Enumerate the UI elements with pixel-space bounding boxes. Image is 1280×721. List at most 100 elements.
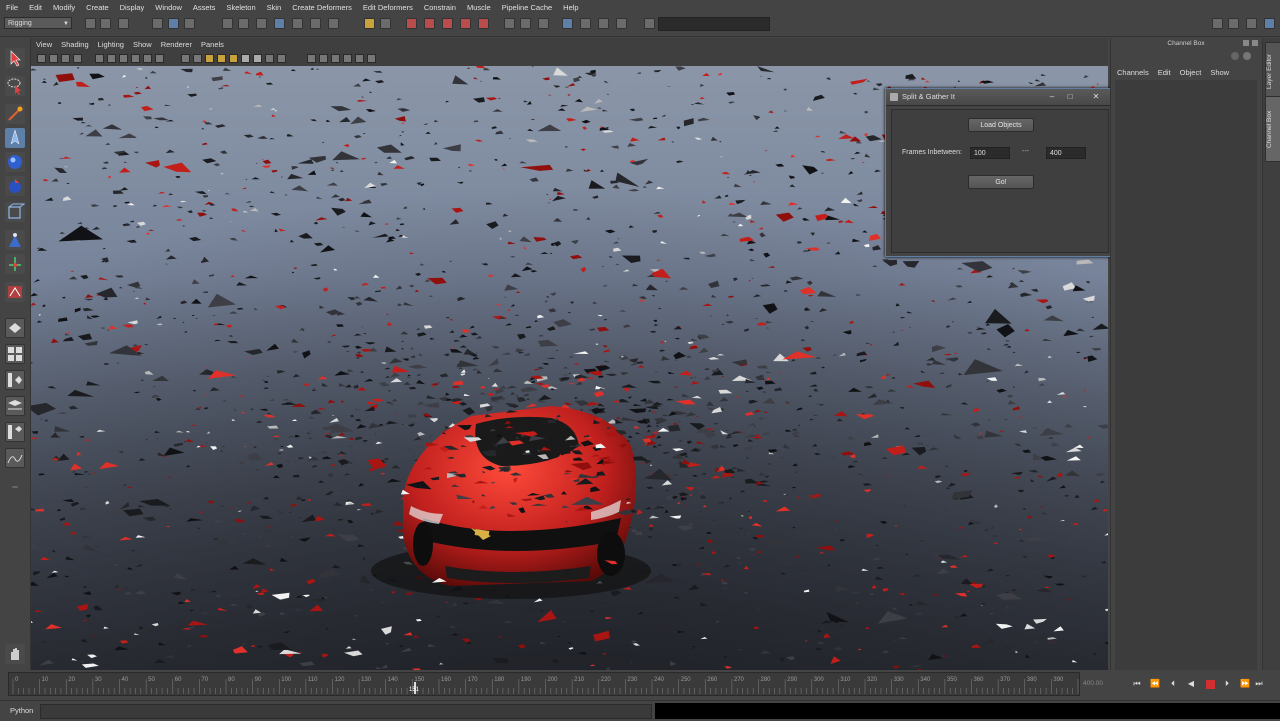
panel-menu-shading[interactable]: Shading: [61, 40, 89, 49]
command-input[interactable]: [40, 704, 652, 719]
step-back-key-icon[interactable]: ⏪: [1150, 679, 1160, 689]
select-by-name-icon[interactable]: [538, 18, 549, 29]
step-back-frame-icon[interactable]: ⏴: [1168, 679, 1178, 689]
select-hierarchy-icon[interactable]: [152, 18, 163, 29]
lasso-tool-icon[interactable]: [5, 76, 25, 96]
frames-end-field[interactable]: 400: [1046, 147, 1086, 159]
ambient-occlusion-icon[interactable]: [307, 54, 316, 63]
attribute-editor-icon[interactable]: [1212, 18, 1223, 29]
field-toggle-icon[interactable]: [644, 18, 655, 29]
panel-menu-lighting[interactable]: Lighting: [98, 40, 124, 49]
maximize-icon[interactable]: □: [1064, 91, 1076, 102]
menu-window[interactable]: Window: [149, 3, 187, 12]
menu-edit[interactable]: Edit: [23, 3, 47, 12]
minimize-icon[interactable]: –: [1046, 91, 1058, 102]
paint-select-icon[interactable]: [5, 104, 25, 124]
wireframe-icon[interactable]: [181, 54, 190, 63]
menu-display[interactable]: Display: [114, 3, 150, 12]
display-toggle-icon[interactable]: [616, 18, 627, 29]
command-language-label[interactable]: Python: [10, 706, 33, 715]
grid-icon[interactable]: [95, 54, 104, 63]
play-backward-icon[interactable]: ◀: [1186, 679, 1196, 689]
panel-menu-renderer[interactable]: Renderer: [161, 40, 192, 49]
select-component-icon[interactable]: [184, 18, 195, 29]
ik-tool-icon[interactable]: [5, 282, 25, 302]
make-live-icon[interactable]: [292, 18, 303, 29]
safe-action-icon[interactable]: [131, 54, 140, 63]
channel-box-toggle-icon[interactable]: [1246, 18, 1257, 29]
select-object-icon[interactable]: [168, 18, 179, 29]
single-pane-layout-icon[interactable]: [5, 318, 25, 338]
go-button[interactable]: Go!: [968, 175, 1034, 189]
joint-tool-icon[interactable]: [5, 254, 25, 274]
playblast-icon[interactable]: [355, 54, 364, 63]
menu-skin[interactable]: Skin: [261, 3, 287, 12]
menu-help[interactable]: Help: [557, 3, 583, 12]
snap-grid-icon[interactable]: [222, 18, 233, 29]
resolution-gate-icon[interactable]: [119, 54, 128, 63]
load-objects-button[interactable]: Load Objects: [968, 118, 1034, 132]
menu-create-deformers[interactable]: Create Deformers: [286, 3, 357, 12]
depth-of-field-icon[interactable]: [331, 54, 340, 63]
help-icon[interactable]: [1243, 52, 1251, 60]
graph-layout-icon[interactable]: [5, 396, 25, 416]
isolate-icon[interactable]: [253, 54, 262, 63]
menu-modify[interactable]: Modify: [47, 3, 80, 12]
input-line-icon[interactable]: [504, 18, 515, 29]
snap-point-icon[interactable]: [256, 18, 267, 29]
menu-file[interactable]: File: [0, 3, 23, 12]
render-current-icon[interactable]: [406, 18, 417, 29]
xray-icon[interactable]: [241, 54, 250, 63]
safe-title-icon[interactable]: [143, 54, 152, 63]
new-scene-icon[interactable]: [85, 18, 96, 29]
layout-icon[interactable]: [562, 18, 573, 29]
range-end-field[interactable]: 400.00: [1083, 680, 1125, 687]
menu-create[interactable]: Create: [80, 3, 114, 12]
settings-icon[interactable]: [1231, 52, 1239, 60]
tab-channel-box[interactable]: Channel Box: [1265, 96, 1280, 162]
render-view-icon[interactable]: [478, 18, 489, 29]
outliner-layout-icon[interactable]: [5, 370, 25, 390]
rename-icon[interactable]: [520, 18, 531, 29]
menu-edit-deformers[interactable]: Edit Deformers: [357, 3, 418, 12]
channel-list[interactable]: [1115, 80, 1257, 670]
ipr-icon[interactable]: [424, 18, 435, 29]
menu-assets[interactable]: Assets: [187, 3, 221, 12]
camera-select-icon[interactable]: [37, 54, 46, 63]
shadow-light-icon[interactable]: [343, 54, 352, 63]
rig-tool-icon[interactable]: [5, 230, 25, 250]
step-forward-frame-icon[interactable]: ⏵: [1222, 679, 1232, 689]
cube-tool-icon[interactable]: [5, 202, 26, 222]
smooth-shade-icon[interactable]: [193, 54, 202, 63]
move-tool-icon[interactable]: [5, 128, 25, 148]
channel-menu-channels[interactable]: Channels: [1117, 68, 1149, 77]
film-gate-icon[interactable]: [107, 54, 116, 63]
menu-constrain[interactable]: Constrain: [418, 3, 461, 12]
snap-curve-icon[interactable]: [238, 18, 249, 29]
time-slider[interactable]: 0 10 20 30 40 50 60 70 80 90 100 110 120 130 140 150 160…: [8, 672, 1091, 696]
lighting-icon[interactable]: [217, 54, 226, 63]
menu-pipeline-cache[interactable]: Pipeline Cache: [496, 3, 557, 12]
anti-alias-icon[interactable]: [319, 54, 328, 63]
panel-menu-view[interactable]: View: [36, 40, 52, 49]
step-forward-key-icon[interactable]: ⏩: [1240, 679, 1250, 689]
shadows-icon[interactable]: [229, 54, 238, 63]
lock-icon[interactable]: [364, 18, 375, 29]
open-scene-icon[interactable]: [100, 18, 111, 29]
rotate-tool-icon[interactable]: [5, 152, 25, 172]
camera-icon[interactable]: [580, 18, 591, 29]
select-tool-icon[interactable]: [5, 48, 25, 68]
tab-layer-editor[interactable]: Layer Editor: [1265, 42, 1280, 100]
history-icon[interactable]: [310, 18, 321, 29]
field-chart-icon[interactable]: [155, 54, 164, 63]
panel-menu-show[interactable]: Show: [133, 40, 152, 49]
textured-icon[interactable]: [205, 54, 214, 63]
bookmark-icon[interactable]: [61, 54, 70, 63]
hand-tool-icon[interactable]: [5, 644, 25, 664]
close-icon[interactable]: ✕: [1090, 91, 1102, 102]
menu-skeleton[interactable]: Skeleton: [220, 3, 260, 12]
go-to-end-icon[interactable]: ⏭: [1254, 679, 1264, 689]
image-plane-icon[interactable]: [73, 54, 82, 63]
stop-icon[interactable]: [1206, 680, 1215, 689]
hypershade-layout-icon[interactable]: [5, 422, 25, 442]
